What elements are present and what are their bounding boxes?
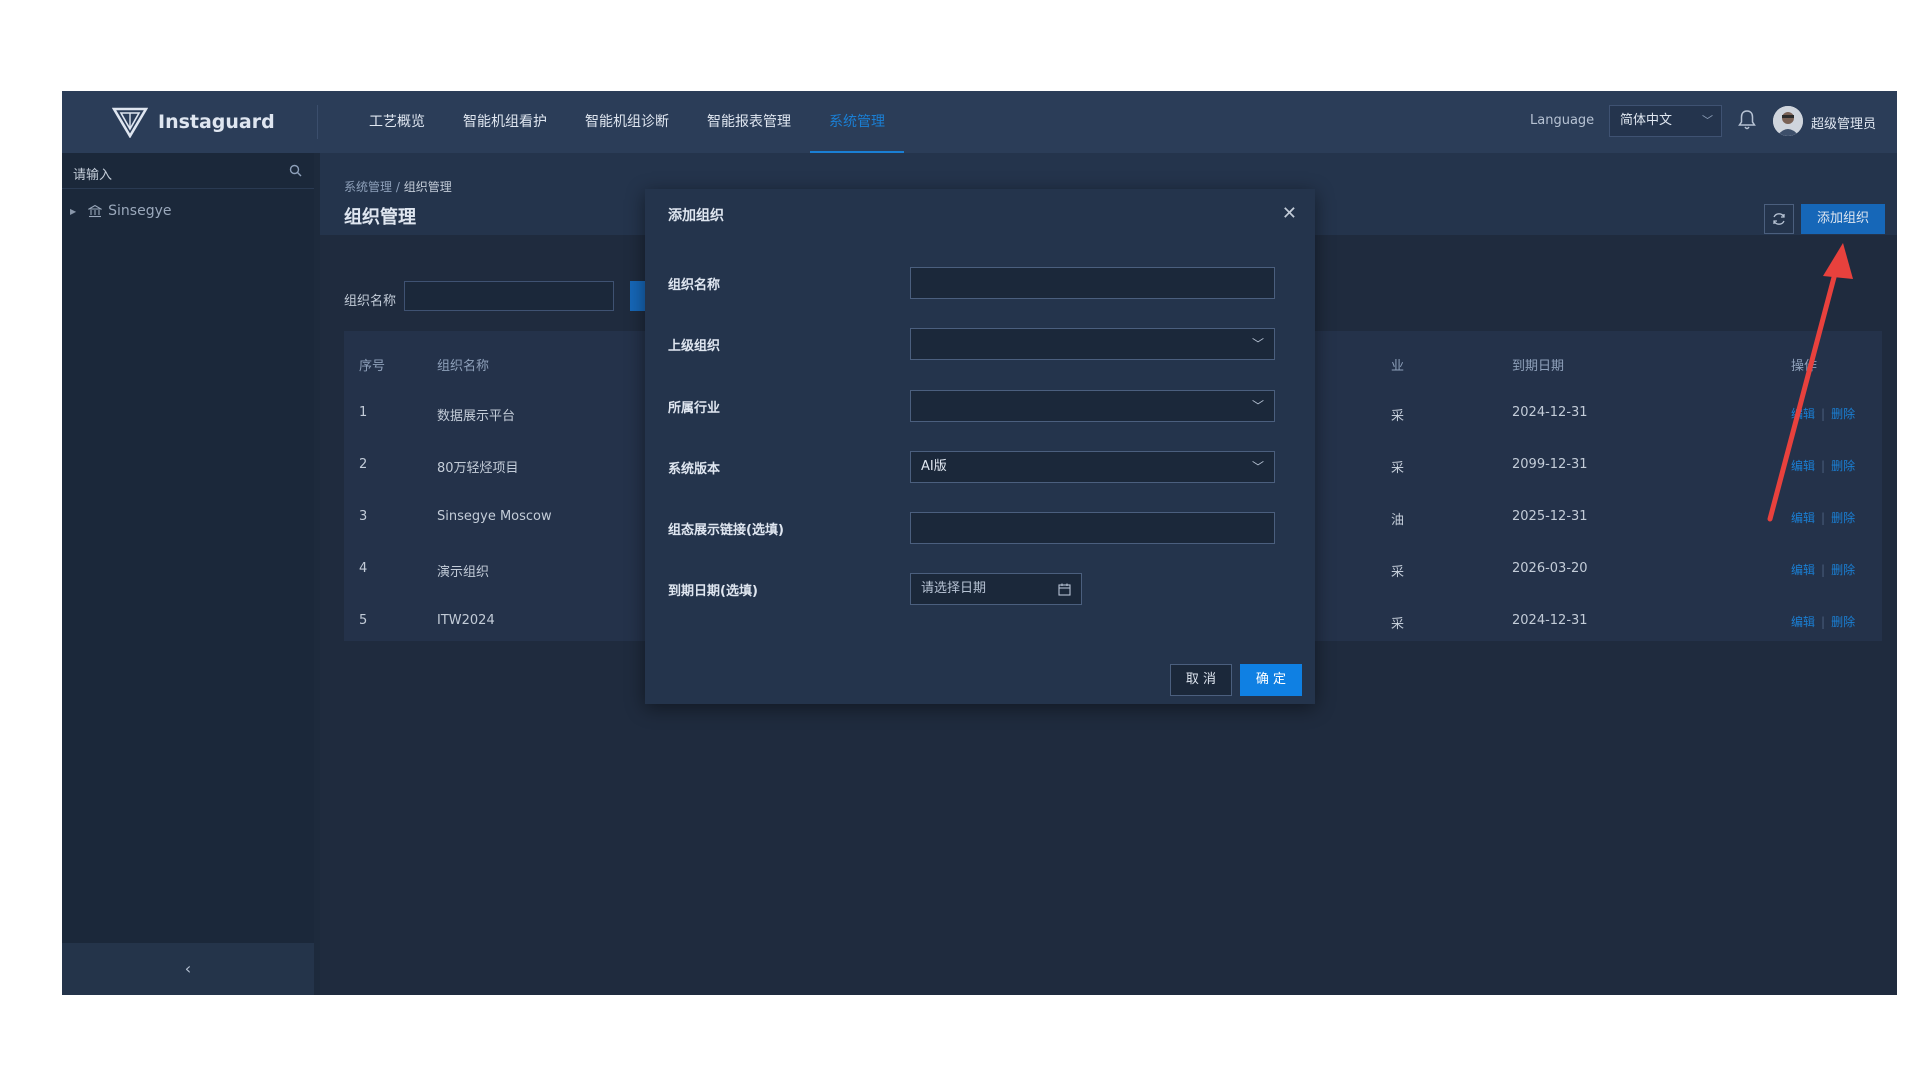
app-window: Instaguard 工艺概览 智能机组看护 智能机组诊断 智能报表管理 系统管… (62, 91, 1897, 995)
annotation-arrow-icon (1767, 243, 1853, 522)
